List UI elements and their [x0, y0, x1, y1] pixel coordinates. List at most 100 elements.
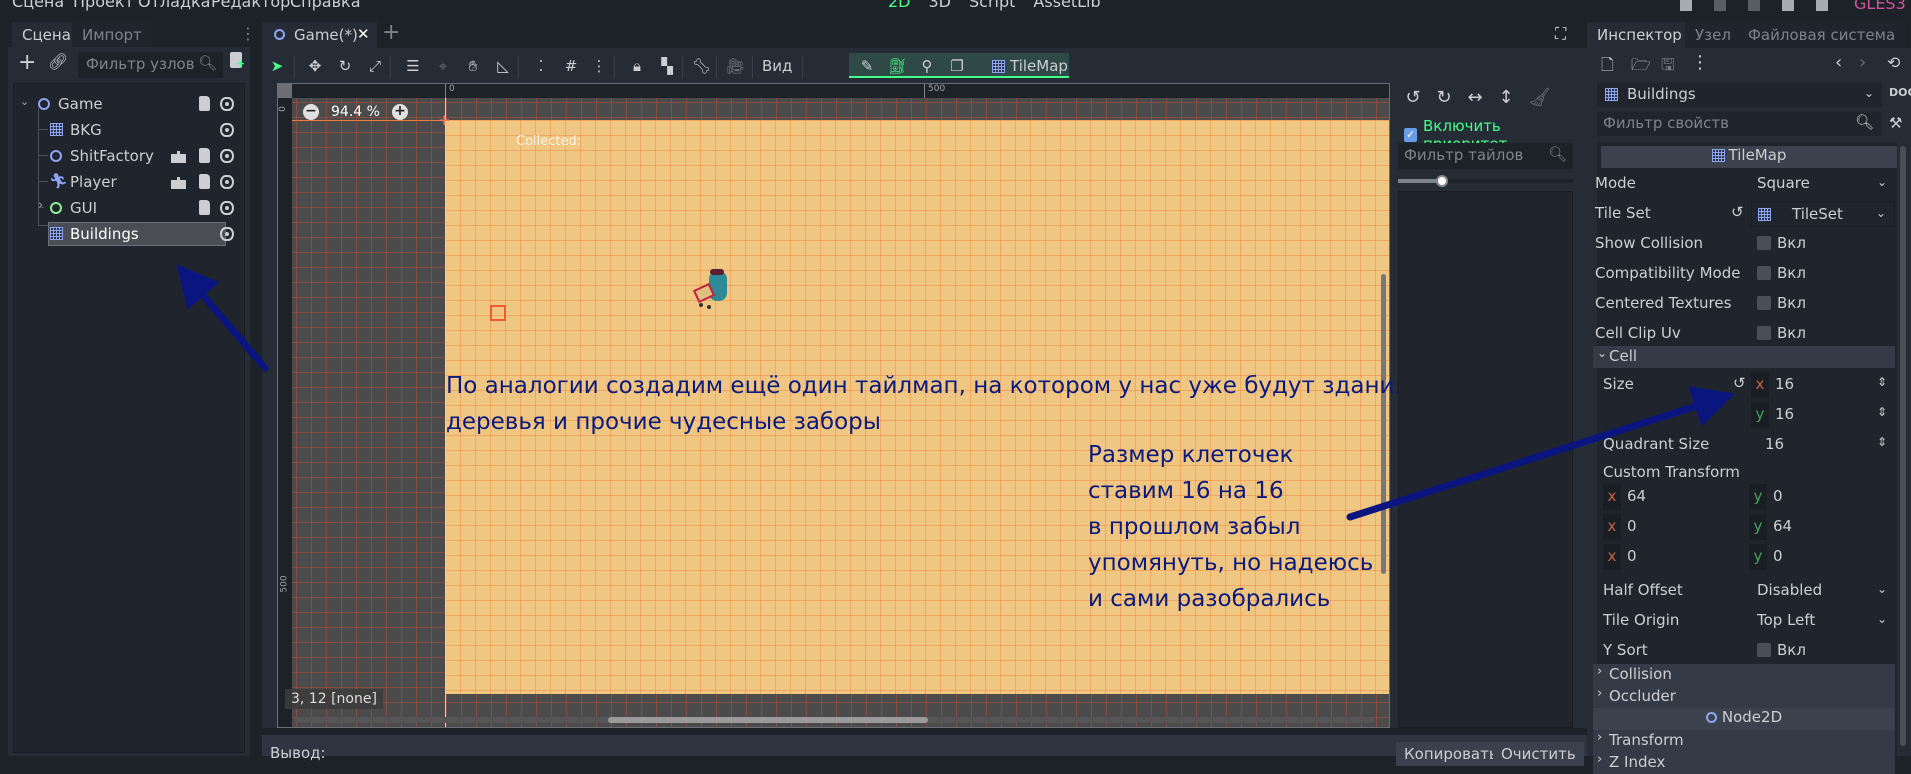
horizontal-scroll-thumb[interactable]: [608, 717, 928, 723]
camera-override-icon[interactable]: 🎥︎: [726, 57, 745, 75]
section-cell[interactable]: ⌄ Cell: [1593, 346, 1895, 368]
paint-pencil-icon[interactable]: ✎: [858, 57, 876, 75]
rotate-mode-icon[interactable]: ↻: [336, 57, 354, 75]
grid-snap-icon[interactable]: #: [562, 57, 580, 75]
group-icon[interactable]: ▚: [658, 57, 676, 75]
ruler-mode-icon[interactable]: ◺: [494, 57, 512, 75]
pan-mode-icon[interactable]: ✋︎: [464, 57, 482, 75]
bucket-fill-icon[interactable]: ⛽︎: [888, 57, 907, 75]
distraction-free-icon[interactable]: ⛶: [1555, 24, 1566, 44]
menu-scene[interactable]: Сцена: [12, 0, 64, 11]
menu-debug[interactable]: Отладка: [138, 0, 210, 11]
mode-3d[interactable]: 3D: [929, 0, 952, 11]
transform-oy-field[interactable]: y0: [1749, 544, 1895, 570]
mode-select[interactable]: Square ⌄: [1751, 171, 1895, 197]
tilemap-menu[interactable]: TileMap: [1010, 57, 1068, 75]
rotate-left-icon[interactable]: ↺: [1404, 87, 1422, 108]
tileset-resource-picker[interactable]: TileSet ⌄: [1751, 201, 1895, 227]
tile-zoom-slider-handle[interactable]: [1436, 175, 1448, 187]
transform-xx-field[interactable]: x 64: [1603, 484, 1745, 510]
doc-icon[interactable]: DOC: [1889, 86, 1911, 99]
menu-editor[interactable]: Редактор: [211, 0, 290, 11]
stop-icon[interactable]: [1748, 0, 1760, 11]
play-icon[interactable]: [1680, 0, 1692, 11]
y-sort-checkbox[interactable]: Вкл: [1751, 638, 1895, 664]
pause-icon[interactable]: [1714, 0, 1726, 11]
player-sprite[interactable]: [693, 267, 733, 311]
attach-script-icon[interactable]: +: [230, 52, 245, 70]
flip-vertical-icon[interactable]: ↕: [1497, 87, 1515, 108]
centered-textures-checkbox[interactable]: Вкл: [1751, 291, 1895, 317]
play-custom-scene-icon[interactable]: [1816, 0, 1828, 11]
more-options-icon[interactable]: ⋮: [1691, 52, 1709, 73]
clear-output-button[interactable]: Очистить: [1493, 742, 1584, 766]
half-offset-select[interactable]: Disabled ⌄: [1751, 578, 1895, 604]
script-icon[interactable]: [199, 174, 210, 189]
zoom-level[interactable]: 94.4 %: [331, 104, 380, 120]
chevron-down-icon[interactable]: ⌄: [20, 95, 29, 108]
mode-2d[interactable]: 2D: [888, 0, 911, 11]
tab-filesystem[interactable]: Файловая система: [1738, 22, 1906, 48]
visibility-eye-icon[interactable]: [220, 227, 234, 241]
copy-icon[interactable]: ❐: [948, 57, 966, 75]
section-occluder[interactable]: › Occluder: [1593, 686, 1895, 708]
close-icon[interactable]: ✕: [357, 25, 370, 43]
tree-item-bkg[interactable]: BKG: [14, 118, 244, 142]
eyedropper-icon[interactable]: ⚲: [918, 57, 936, 75]
instance-scene-icon[interactable]: [171, 177, 186, 189]
transform-yx-field[interactable]: x0: [1603, 514, 1745, 540]
add-node-icon[interactable]: +: [18, 50, 36, 75]
menu-help[interactable]: Справка: [290, 0, 361, 11]
chevron-right-icon[interactable]: ›: [38, 198, 43, 213]
transform-xy-field[interactable]: y0: [1749, 484, 1895, 510]
dock-menu-icon[interactable]: ⋮: [240, 24, 256, 43]
new-scene-tab-button[interactable]: +: [382, 20, 400, 45]
tab-import[interactable]: Импорт: [72, 22, 152, 48]
checkbox-checked-icon[interactable]: ✓: [1404, 128, 1418, 142]
mode-script[interactable]: Script: [969, 0, 1015, 11]
compatibility-mode-checkbox[interactable]: Вкл: [1751, 261, 1895, 287]
tile-origin-select[interactable]: Top Left ⌄: [1751, 608, 1895, 634]
clear-transform-icon[interactable]: 🧹︎: [1528, 87, 1551, 108]
link-icon[interactable]: 🔗︎: [48, 52, 68, 71]
instance-scene-icon[interactable]: [171, 151, 186, 163]
skeleton-bone-icon[interactable]: 🦴︎: [692, 57, 711, 75]
copy-output-button[interactable]: Копировать: [1396, 742, 1506, 766]
select-mode-icon[interactable]: ➤: [268, 57, 286, 75]
section-collision[interactable]: › Collision: [1593, 664, 1895, 686]
menu-project[interactable]: Проект: [73, 0, 134, 11]
history-forward-icon[interactable]: ›: [1859, 52, 1866, 73]
spinner-icon[interactable]: ⇕: [1877, 435, 1887, 449]
play-scene-icon[interactable]: [1782, 0, 1794, 11]
node-filter-input[interactable]: Фильтр узлов 🔍︎: [78, 52, 223, 78]
tree-item-player[interactable]: 🏃︎ Player: [14, 170, 244, 194]
script-icon[interactable]: [199, 148, 210, 163]
visibility-eye-icon[interactable]: [220, 201, 234, 215]
visibility-eye-icon[interactable]: [220, 149, 234, 163]
zoom-in-button[interactable]: +: [391, 104, 408, 120]
open-folder-icon[interactable]: 🗁︎: [1631, 54, 1651, 81]
list-select-icon[interactable]: ☰: [404, 57, 422, 75]
ruler-left[interactable]: 0 500: [278, 84, 292, 727]
tile-filter-input[interactable]: Фильтр тайлов 🔍︎: [1398, 143, 1573, 169]
object-history-icon[interactable]: ⟲: [1887, 53, 1900, 72]
script-icon[interactable]: [199, 96, 210, 111]
visibility-eye-icon[interactable]: [220, 97, 234, 111]
visibility-eye-icon[interactable]: [220, 123, 234, 137]
tree-item-buildings[interactable]: Buildings: [14, 222, 244, 246]
tree-item-gui[interactable]: › GUI: [14, 196, 244, 220]
tab-inspector[interactable]: Инспектор: [1587, 22, 1692, 48]
snap-toggle-icon[interactable]: ⁚: [532, 57, 550, 75]
ruler-top[interactable]: 0 500: [278, 84, 1389, 98]
inspector-scrollbar[interactable]: [1900, 146, 1906, 746]
snap-options-icon[interactable]: ⋮: [590, 57, 608, 75]
section-transform[interactable]: › Transform: [1593, 730, 1895, 752]
cell-size-y-field[interactable]: y 16 ⇕: [1751, 402, 1895, 428]
property-filter-input[interactable]: Фильтр свойств 🔍︎: [1597, 111, 1882, 136]
revert-icon[interactable]: ↺: [1733, 374, 1746, 392]
transform-ox-field[interactable]: x0: [1603, 544, 1745, 570]
quadrant-size-field[interactable]: 16 ⇕: [1751, 432, 1895, 458]
save-icon[interactable]: 🖫︎: [1661, 54, 1675, 81]
show-collision-checkbox[interactable]: Вкл: [1751, 231, 1895, 257]
spinner-icon[interactable]: ⇕: [1877, 375, 1887, 389]
